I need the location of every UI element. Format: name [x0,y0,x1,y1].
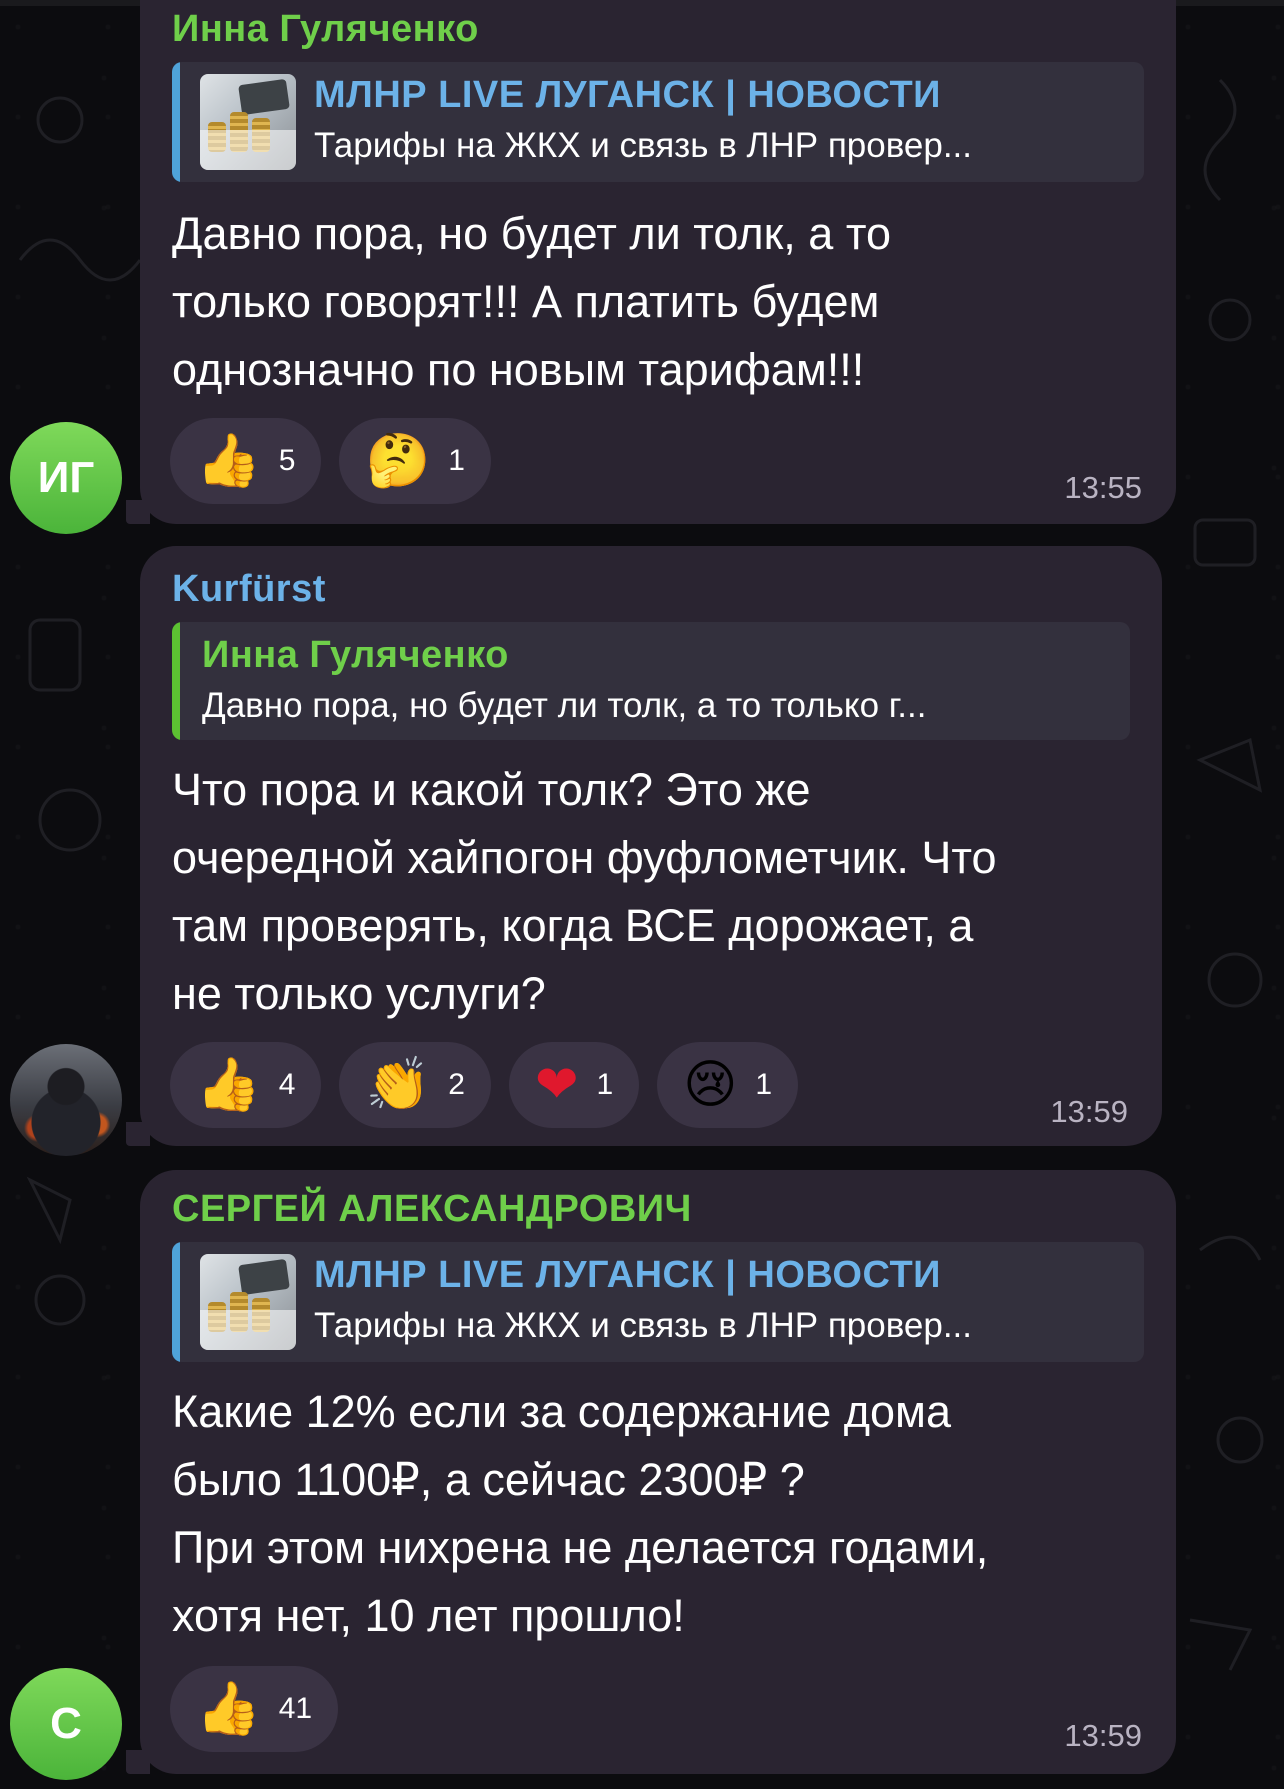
reaction-count: 4 [278,1068,296,1101]
reaction-thinking[interactable]: 🤔 1 [339,418,491,504]
bubble-tail [126,1122,150,1146]
bubble-tail [126,500,150,524]
message-time: 13:59 [1064,1718,1142,1753]
heart-icon: ❤ [534,1055,579,1115]
reply-title: МЛНР LIVE ЛУГАНСК | НОВОСТИ [314,1254,941,1296]
reaction-thumbs-up[interactable]: 👍 4 [170,1042,322,1128]
reply-preview[interactable]: МЛНР LIVE ЛУГАНСК | НОВОСТИ Тарифы на ЖК… [172,62,1144,182]
message-time: 13:59 [1050,1094,1128,1129]
message-bubble[interactable]: Kurfürst Инна Гуляченко Давно пора, но б… [140,546,1162,1146]
reaction-count: 2 [448,1068,465,1101]
reaction-count: 1 [448,444,465,477]
message-bubble[interactable]: Инна Гуляченко МЛНР LIVE ЛУГАНСК | НОВОС… [140,0,1176,524]
avatar[interactable]: ИГ [10,422,122,534]
reaction-count: 1 [755,1068,773,1101]
reactions: 👍 4 👏 2 ❤ 1 😢 1 [170,1042,799,1128]
thinking-face-icon: 🤔 [365,431,431,491]
thumbs-up-icon: 👍 [196,1679,261,1739]
reply-accent-bar [172,622,180,740]
reaction-heart[interactable]: ❤ 1 [508,1042,640,1128]
reactions: 👍 5 🤔 1 [170,418,491,504]
message-time: 13:55 [1064,470,1142,505]
reactions: 👍 41 [170,1666,339,1752]
bubble-tail [126,1750,150,1774]
reaction-count: 1 [596,1068,614,1101]
chat-view: Инна Гуляченко МЛНР LIVE ЛУГАНСК | НОВОС… [0,0,1284,1789]
message-text: Давно пора, но будет ли толк, а то тольк… [172,208,891,395]
sender-name[interactable]: СЕРГЕЙ АЛЕКСАНДРОВИЧ [172,1188,692,1231]
reply-preview[interactable]: МЛНР LIVE ЛУГАНСК | НОВОСТИ Тарифы на ЖК… [172,1242,1144,1362]
crying-face-icon: 😢 [683,1055,738,1115]
message-text: Что пора и какой толк? Это же очередной … [172,764,997,1019]
reply-text: Тарифы на ЖКХ и связь в ЛНР провер... [314,126,973,165]
reaction-count: 5 [278,444,296,477]
reaction-thumbs-up[interactable]: 👍 41 [170,1666,339,1752]
reply-thumbnail [200,74,296,170]
sender-name[interactable]: Инна Гуляченко [172,8,479,51]
reply-thumbnail [200,1254,296,1350]
reply-title: Инна Гуляченко [202,634,509,676]
thumbs-up-icon: 👍 [196,1055,261,1115]
sender-name[interactable]: Kurfürst [172,568,326,611]
reply-text: Тарифы на ЖКХ и связь в ЛНР провер... [314,1306,973,1345]
reply-preview[interactable]: Инна Гуляченко Давно пора, но будет ли т… [172,622,1130,740]
thumbs-up-icon: 👍 [196,431,261,491]
clapping-hands-icon: 👏 [365,1055,431,1115]
message-text: Какие 12% если за содержание дома было 1… [172,1386,989,1641]
reply-accent-bar [172,1242,180,1362]
reply-accent-bar [172,62,180,182]
message-bubble[interactable]: СЕРГЕЙ АЛЕКСАНДРОВИЧ МЛНР LIVE ЛУГАНСК |… [140,1170,1176,1774]
avatar-photo[interactable] [10,1044,122,1156]
reaction-crying[interactable]: 😢 1 [657,1042,799,1128]
reply-text: Давно пора, но будет ли толк, а то тольк… [202,686,927,725]
avatar[interactable]: С [10,1668,122,1780]
reaction-thumbs-up[interactable]: 👍 5 [170,418,322,504]
reply-title: МЛНР LIVE ЛУГАНСК | НОВОСТИ [314,74,941,116]
reaction-count: 41 [278,1692,313,1725]
reaction-clapping[interactable]: 👏 2 [339,1042,491,1128]
